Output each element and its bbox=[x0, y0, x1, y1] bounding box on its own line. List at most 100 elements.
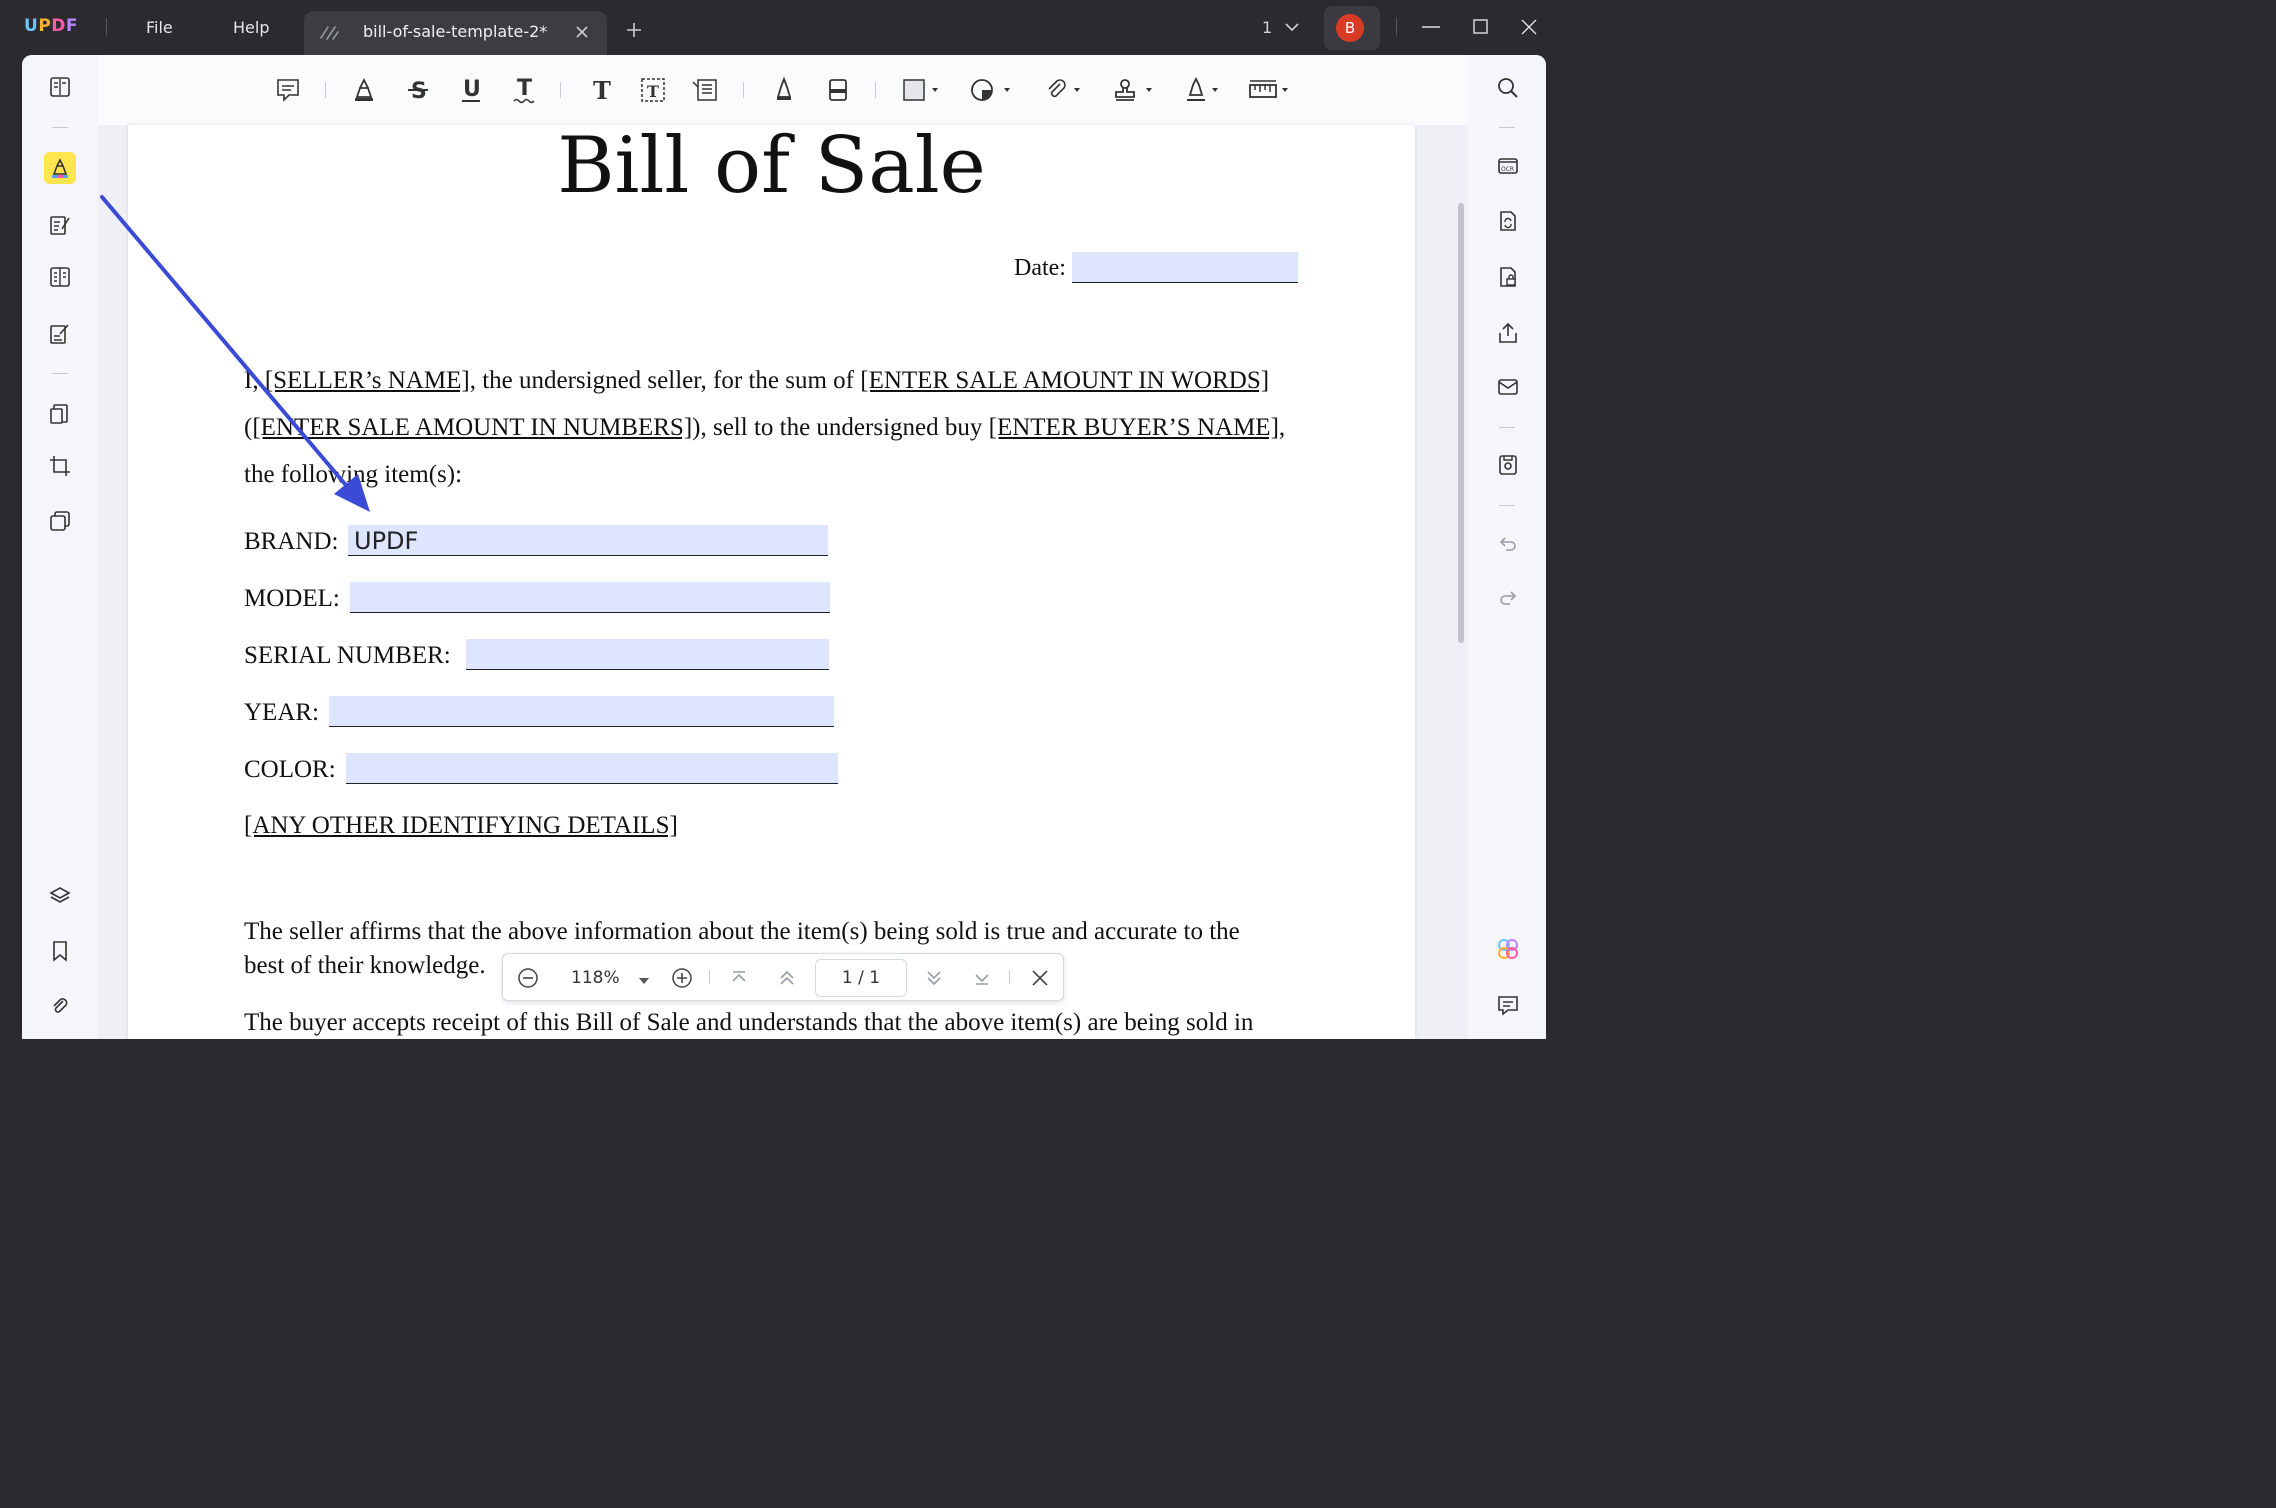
svg-text:T: T bbox=[593, 76, 611, 105]
crop-button[interactable] bbox=[44, 450, 76, 482]
attachments-button[interactable] bbox=[44, 990, 76, 1022]
toolbar-divider bbox=[875, 82, 876, 98]
convert-button[interactable] bbox=[44, 398, 76, 430]
toolbar-divider bbox=[325, 82, 326, 98]
buyer-name-placeholder: [ENTER BUYER’S NAME] bbox=[988, 414, 1279, 441]
year-label: YEAR: bbox=[244, 699, 319, 726]
pencil-icon[interactable] bbox=[769, 75, 799, 105]
close-window-icon[interactable] bbox=[1518, 16, 1540, 42]
close-zoom-bar-icon[interactable] bbox=[1029, 967, 1051, 993]
document-tab[interactable]: bill-of-sale-template-2* bbox=[304, 11, 607, 56]
highlight-icon[interactable] bbox=[349, 75, 379, 105]
svg-text:U: U bbox=[463, 77, 481, 102]
year-field[interactable] bbox=[329, 696, 834, 727]
eraser-icon[interactable] bbox=[823, 75, 853, 105]
bookmarks-button[interactable] bbox=[44, 935, 76, 967]
chevron-down-icon bbox=[1285, 23, 1299, 32]
date-field[interactable] bbox=[1072, 252, 1298, 283]
ocr-icon[interactable]: OCR bbox=[1492, 149, 1524, 181]
attachment-icon[interactable] bbox=[1042, 75, 1086, 105]
comments-panel-icon[interactable] bbox=[1492, 989, 1524, 1021]
sidebar-divider bbox=[1499, 127, 1515, 128]
maximize-icon[interactable] bbox=[1470, 16, 1492, 42]
menu-file[interactable]: File bbox=[146, 18, 173, 37]
first-page-icon[interactable] bbox=[728, 967, 750, 993]
layers-button[interactable] bbox=[44, 880, 76, 912]
stamp-icon[interactable] bbox=[1110, 75, 1158, 105]
squiggly-icon[interactable]: T bbox=[509, 75, 539, 105]
color-field[interactable] bbox=[346, 753, 838, 784]
amount-words-placeholder: [ENTER SALE AMOUNT IN WORDS] bbox=[860, 367, 1270, 394]
zoom-in-icon[interactable] bbox=[671, 967, 693, 993]
zoom-navigation-bar: 118% 1 / 1 bbox=[502, 953, 1064, 1001]
text-callout-icon[interactable] bbox=[690, 75, 720, 105]
last-page-icon[interactable] bbox=[971, 967, 993, 993]
serial-number-label: SERIAL NUMBER: bbox=[244, 642, 451, 669]
redo-icon[interactable] bbox=[1492, 582, 1524, 614]
tab-title: bill-of-sale-template-2* bbox=[363, 22, 548, 41]
share-icon[interactable] bbox=[1492, 317, 1524, 349]
convert-pdf-icon[interactable] bbox=[1492, 205, 1524, 237]
page-number-input[interactable]: 1 / 1 bbox=[815, 959, 907, 997]
reader-mode-button[interactable] bbox=[44, 71, 76, 103]
page-selector[interactable]: 1 bbox=[1262, 18, 1301, 37]
vertical-scrollbar[interactable] bbox=[1458, 203, 1464, 643]
sticky-note-icon[interactable] bbox=[273, 75, 303, 105]
brand-value: UPDF bbox=[354, 527, 419, 555]
underline-icon[interactable]: U bbox=[456, 75, 486, 105]
svg-text:S: S bbox=[411, 79, 427, 104]
search-icon[interactable] bbox=[1492, 72, 1524, 104]
other-details-placeholder: [ANY OTHER IDENTIFYING DETAILS] bbox=[244, 812, 678, 839]
new-tab-icon[interactable] bbox=[624, 20, 644, 44]
close-tab-icon[interactable] bbox=[572, 22, 592, 46]
signature-icon[interactable] bbox=[1180, 75, 1224, 105]
measure-icon[interactable] bbox=[1246, 75, 1294, 105]
sticker-icon[interactable] bbox=[968, 75, 1016, 105]
left-sidebar bbox=[22, 55, 98, 1039]
brand-label: BRAND: bbox=[244, 528, 339, 555]
date-label: Date: bbox=[1014, 255, 1066, 281]
intro-paragraph: I, [SELLER’s NAME], the undersigned sell… bbox=[244, 367, 1286, 488]
next-page-icon[interactable] bbox=[923, 967, 945, 993]
pdf-page[interactable]: Bill of Sale Date: I, [SELLER’s NAME], t… bbox=[128, 125, 1415, 1039]
menu-help[interactable]: Help bbox=[233, 18, 269, 37]
previous-page-icon[interactable] bbox=[776, 967, 798, 993]
shape-icon[interactable] bbox=[900, 75, 944, 105]
toolbar-divider bbox=[560, 82, 561, 98]
user-avatar[interactable]: B bbox=[1324, 6, 1380, 50]
model-field[interactable] bbox=[350, 582, 830, 613]
svg-text:T: T bbox=[517, 76, 532, 101]
organize-pages-button[interactable] bbox=[44, 261, 76, 293]
zoom-dropdown-icon[interactable] bbox=[637, 971, 651, 990]
page-selector-value: 1 bbox=[1262, 18, 1273, 37]
sidebar-divider bbox=[1499, 427, 1515, 428]
email-icon[interactable] bbox=[1492, 371, 1524, 403]
pages-icon bbox=[50, 404, 68, 424]
comment-mode-button[interactable] bbox=[44, 152, 76, 184]
strikethrough-icon[interactable]: S bbox=[403, 75, 433, 105]
fill-sign-button[interactable] bbox=[44, 318, 76, 350]
serial-number-field[interactable] bbox=[466, 639, 829, 670]
ai-assistant-icon[interactable] bbox=[1492, 933, 1524, 965]
zoom-level[interactable]: 118% bbox=[571, 968, 620, 988]
brand-field[interactable]: UPDF bbox=[348, 525, 828, 556]
annotation-toolbar: S U T T T bbox=[98, 55, 1468, 125]
zoom-out-icon[interactable] bbox=[517, 967, 539, 993]
seller-name-placeholder: [SELLER’s NAME] bbox=[264, 367, 470, 394]
toolbar-divider bbox=[743, 82, 744, 98]
avatar-initial: B bbox=[1336, 14, 1364, 42]
minimize-icon[interactable] bbox=[1420, 16, 1442, 42]
amount-numbers-placeholder: [ENTER SALE AMOUNT IN NUMBERS] bbox=[252, 414, 693, 441]
buyer-statement: The buyer accepts receipt of this Bill o… bbox=[244, 1009, 1254, 1036]
edit-pdf-button[interactable] bbox=[44, 209, 76, 241]
sidebar-divider bbox=[1499, 505, 1515, 506]
color-label: COLOR: bbox=[244, 756, 336, 783]
text-box-icon[interactable]: T bbox=[638, 75, 668, 105]
text-icon[interactable]: T bbox=[586, 75, 616, 105]
compare-button[interactable] bbox=[44, 505, 76, 537]
protect-icon[interactable] bbox=[1492, 261, 1524, 293]
zoom-divider bbox=[1009, 970, 1010, 984]
save-icon[interactable] bbox=[1492, 449, 1524, 481]
undo-icon[interactable] bbox=[1492, 528, 1524, 560]
updf-logo[interactable]: UPDF bbox=[24, 16, 78, 36]
